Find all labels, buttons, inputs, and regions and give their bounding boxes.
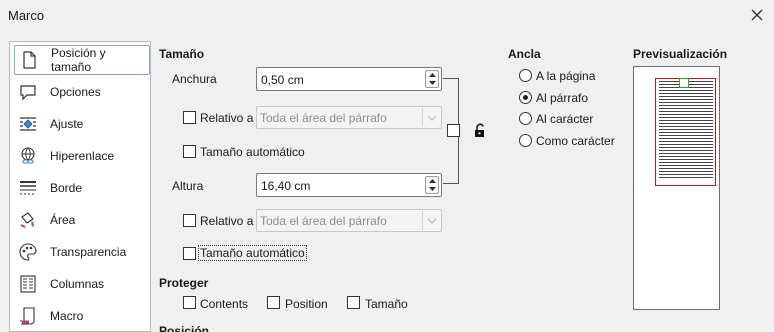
protect-size-label: Tamaño [365, 297, 408, 311]
hyperlink-icon [18, 146, 38, 166]
relative-width-value: Toda el área del párrafo [260, 111, 387, 125]
preview-pane [633, 66, 720, 310]
sidebar-item-posicion-y-tamano[interactable]: Posición y tamaño [14, 45, 150, 75]
auto-width-checkbox[interactable] [183, 145, 196, 158]
relative-height-checkbox[interactable] [183, 214, 196, 227]
chevron-down-icon[interactable] [422, 211, 440, 230]
sidebar-item-borde[interactable]: Borde [14, 173, 150, 203]
sidebar-item-label: Transparencia [50, 245, 127, 259]
sidebar-item-label: Macro [50, 309, 84, 323]
sidebar: Posición y tamaño Opciones Ajuste Hipere… [9, 41, 151, 332]
protect-position-label: Position [285, 297, 328, 311]
window-title: Marco [8, 8, 45, 23]
auto-width-label: Tamaño automático [200, 145, 305, 159]
preview-frame [655, 78, 716, 186]
chevron-down-icon[interactable] [422, 108, 440, 127]
protect-position-checkbox[interactable] [267, 296, 280, 309]
spin-up-icon[interactable] [426, 71, 438, 79]
protect-size-checkbox[interactable] [347, 296, 360, 309]
spin-down-icon[interactable] [426, 185, 438, 193]
relative-height-label: Relativo a [200, 214, 254, 228]
anchor-to-paragraph-label: Al párrafo [536, 91, 589, 105]
protect-contents-label: Contents [200, 297, 249, 311]
sidebar-item-label: Área [50, 213, 76, 227]
auto-height-label: Tamaño automático [198, 245, 307, 261]
relative-width-label: Relativo a [200, 111, 254, 125]
anchor-to-character-label: Al carácter [536, 112, 594, 126]
title-bar: Marco [0, 0, 774, 31]
protect-contents-checkbox[interactable] [183, 296, 196, 309]
sidebar-item-label: Hiperenlace [50, 149, 115, 163]
wrap-icon [18, 114, 38, 134]
width-stepper[interactable] [425, 70, 439, 88]
anchor-heading: Ancla [508, 47, 541, 61]
sidebar-item-ajuste[interactable]: Ajuste [14, 109, 150, 139]
preview-heading: Previsualización [633, 47, 728, 61]
height-value: 16,40 cm [261, 179, 311, 193]
spin-down-icon[interactable] [426, 79, 438, 87]
size-heading: Tamaño [159, 47, 205, 61]
width-value: 0,50 cm [261, 73, 304, 87]
keep-ratio-checkbox[interactable] [447, 124, 460, 137]
height-label: Altura [172, 179, 204, 193]
relative-height-select[interactable]: Toda el área del párrafo [256, 209, 442, 232]
preview-anchor-marker [679, 78, 689, 88]
macro-icon [18, 306, 38, 326]
sidebar-item-label: Opciones [50, 85, 101, 99]
sidebar-item-area[interactable]: Área [14, 205, 150, 235]
sidebar-item-transparencia[interactable]: Transparencia [14, 237, 150, 267]
area-icon [18, 210, 38, 230]
width-label: Anchura [172, 72, 217, 86]
height-spinbox[interactable]: 16,40 cm [256, 173, 442, 197]
position-size-icon [19, 50, 39, 70]
sidebar-item-macro[interactable]: Macro [14, 301, 150, 331]
sidebar-item-columnas[interactable]: Columnas [14, 269, 150, 299]
sidebar-item-opciones[interactable]: Opciones [14, 77, 150, 107]
options-icon [18, 82, 38, 102]
protect-heading: Proteger [159, 276, 209, 290]
height-stepper[interactable] [425, 176, 439, 194]
borders-icon [18, 178, 38, 198]
width-spinbox[interactable]: 0,50 cm [256, 67, 442, 91]
position-heading: Posición [159, 324, 210, 332]
anchor-to-page-label: A la página [536, 69, 596, 83]
close-icon[interactable] [746, 4, 768, 26]
anchor-to-page-radio[interactable] [519, 69, 532, 82]
auto-height-checkbox[interactable] [183, 247, 196, 260]
sidebar-item-label: Ajuste [50, 117, 84, 131]
anchor-as-character-label: Como carácter [536, 134, 615, 148]
anchor-as-character-radio[interactable] [519, 134, 532, 147]
anchor-to-character-radio[interactable] [519, 112, 532, 125]
spin-up-icon[interactable] [426, 177, 438, 185]
sidebar-item-label: Columnas [50, 277, 105, 291]
relative-width-select[interactable]: Toda el área del párrafo [256, 106, 442, 129]
unlock-icon [473, 123, 487, 141]
sidebar-item-label: Posición y tamaño [50, 46, 106, 74]
relative-height-value: Toda el área del párrafo [260, 214, 387, 228]
columns-icon [18, 274, 38, 294]
sidebar-item-label: Borde [50, 181, 83, 195]
preview-text-lines [659, 81, 713, 179]
anchor-to-paragraph-radio[interactable] [519, 91, 532, 104]
sidebar-item-hiperenlace[interactable]: Hiperenlace [14, 141, 150, 171]
relative-width-checkbox[interactable] [183, 111, 196, 124]
transparency-icon [18, 242, 38, 262]
